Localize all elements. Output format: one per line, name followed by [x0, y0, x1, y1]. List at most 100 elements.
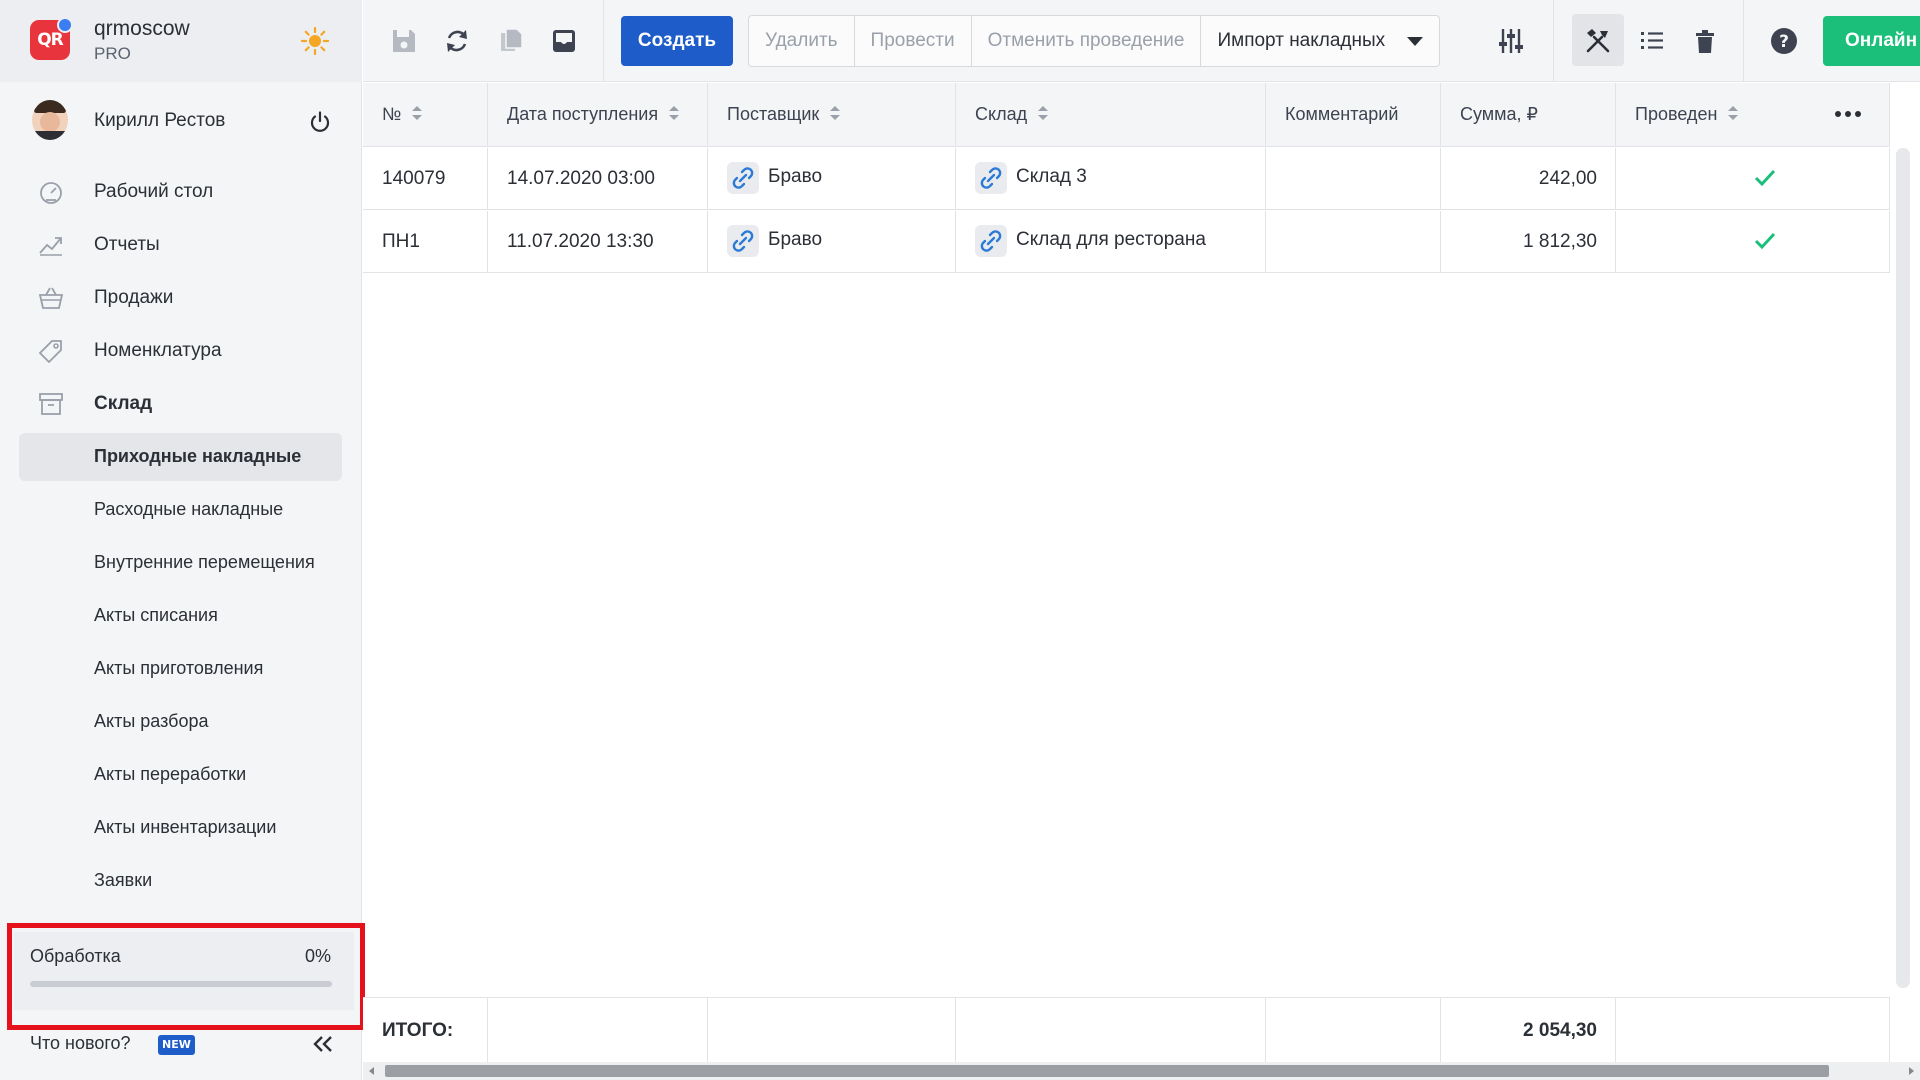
- sort-icon: [412, 106, 423, 121]
- help-icon[interactable]: ?: [1769, 26, 1799, 56]
- sun-icon[interactable]: [300, 26, 330, 56]
- warehouse-link[interactable]: Склад 3: [1016, 166, 1087, 188]
- sort-icon: [830, 106, 841, 121]
- vertical-scrollbar-thumb[interactable]: [1896, 148, 1910, 988]
- more-options-icon[interactable]: [1833, 107, 1863, 121]
- inbox-icon[interactable]: [549, 26, 579, 56]
- copy-icon[interactable]: [496, 26, 526, 56]
- create-button[interactable]: Создать: [621, 16, 733, 66]
- link-icon[interactable]: [727, 162, 759, 194]
- supplier-link[interactable]: Браво: [768, 229, 822, 251]
- power-icon[interactable]: [308, 110, 332, 134]
- column-header-supplier[interactable]: Поставщик: [708, 83, 956, 146]
- table-header: № Дата поступления Поставщик Склад Комме…: [363, 83, 1890, 147]
- invoice-number: 140079: [382, 168, 446, 189]
- dashboard-icon: [40, 182, 62, 204]
- sub-item-label: Акты переработки: [94, 764, 247, 784]
- delete-button[interactable]: Удалить: [749, 16, 855, 66]
- table-row[interactable]: 140079 14.07.2020 03:00 Браво Склад 3 24…: [363, 148, 1890, 210]
- column-header-warehouse[interactable]: Склад: [956, 83, 1266, 146]
- column-header-date[interactable]: Дата поступления: [488, 83, 708, 146]
- invoice-sum: 242,00: [1538, 168, 1597, 189]
- link-icon[interactable]: [975, 225, 1007, 257]
- nav-item-dashboard[interactable]: Рабочий стол: [0, 165, 362, 218]
- vertical-scrollbar[interactable]: [1896, 148, 1910, 988]
- tag-icon: [38, 340, 62, 363]
- user-profile[interactable]: Кирилл Рестов: [0, 82, 362, 162]
- invoice-sum: 1 812,30: [1523, 231, 1597, 252]
- new-badge: NEW: [158, 1035, 195, 1055]
- sub-item-label: Внутренние перемещения: [94, 552, 315, 572]
- archive-icon: [39, 393, 63, 415]
- unpost-button[interactable]: Отменить проведение: [972, 16, 1202, 66]
- scroll-left-arrow-icon[interactable]: [369, 1067, 374, 1075]
- sub-item-write-off-acts[interactable]: Акты списания: [0, 589, 362, 642]
- sub-item-requests[interactable]: Заявки: [0, 854, 362, 907]
- scroll-right-arrow-icon[interactable]: [1909, 1067, 1914, 1075]
- post-button[interactable]: Провести: [855, 16, 972, 66]
- sub-item-disassembly-acts[interactable]: Акты разбора: [0, 695, 362, 748]
- nav-item-label: Номенклатура: [94, 340, 222, 361]
- sub-item-cooking-acts[interactable]: Акты приготовления: [0, 642, 362, 695]
- sort-icon: [1728, 106, 1739, 121]
- save-icon[interactable]: [389, 26, 419, 56]
- invoice-number: ПН1: [382, 231, 420, 252]
- nav-item-label: Продажи: [94, 287, 174, 308]
- sidebar: QR qrmoscow PRO Кирилл Рестов Рабочий ст…: [0, 0, 365, 1080]
- toolbar: Создать Удалить Провести Отменить провед…: [363, 0, 1920, 82]
- basket-icon: [38, 287, 64, 309]
- list-icon[interactable]: [1637, 26, 1667, 56]
- horizontal-scrollbar-thumb[interactable]: [385, 1065, 1829, 1077]
- tools-icon[interactable]: [1583, 26, 1613, 56]
- link-icon[interactable]: [727, 225, 759, 257]
- nav-item-label: Склад: [94, 393, 153, 414]
- totals-row: ИТОГО: 2 054,30: [363, 997, 1890, 1062]
- sub-item-incoming-invoices[interactable]: Приходные накладные: [0, 430, 362, 483]
- sub-item-processing-acts[interactable]: Акты переработки: [0, 748, 362, 801]
- plan-label: PRO: [94, 44, 131, 63]
- column-header-number[interactable]: №: [363, 83, 488, 146]
- avatar: [32, 100, 68, 140]
- table-row[interactable]: ПН1 11.07.2020 13:30 Браво Склад для рес…: [363, 211, 1890, 273]
- sub-item-outgoing-invoices[interactable]: Расходные накладные: [0, 483, 362, 536]
- check-icon: [1754, 232, 1776, 250]
- sub-item-label: Акты разбора: [94, 711, 209, 731]
- column-header-comment[interactable]: Комментарий: [1266, 83, 1441, 146]
- import-invoices-label: Импорт накладных: [1217, 30, 1386, 51]
- nav-item-label: Рабочий стол: [94, 181, 214, 202]
- collapse-sidebar-icon[interactable]: [312, 1034, 334, 1054]
- import-invoices-dropdown[interactable]: Импорт накладных: [1201, 16, 1439, 66]
- nav-item-reports[interactable]: Отчеты: [0, 218, 362, 271]
- whats-new-link[interactable]: Что нового?: [30, 1033, 131, 1054]
- sub-item-label: Акты инвентаризации: [94, 817, 277, 837]
- main-navigation: Рабочий стол Отчеты Продажи Номенклатура…: [0, 165, 362, 907]
- total-label: ИТОГО:: [382, 1020, 454, 1041]
- invoice-date: 14.07.2020 03:00: [507, 168, 655, 189]
- supplier-link[interactable]: Браво: [768, 166, 822, 188]
- link-icon[interactable]: [975, 162, 1007, 194]
- horizontal-scrollbar[interactable]: [363, 1062, 1920, 1080]
- nav-item-label: Отчеты: [94, 234, 160, 255]
- user-name: Кирилл Рестов: [94, 110, 226, 131]
- brand-header[interactable]: QR qrmoscow PRO: [0, 0, 362, 82]
- document-actions-group: Удалить Провести Отменить проведение Имп…: [748, 15, 1441, 67]
- highlight-box: [7, 923, 365, 1030]
- column-settings-icon[interactable]: [1496, 26, 1526, 56]
- trash-icon[interactable]: [1690, 26, 1720, 56]
- column-header-sum[interactable]: Сумма, ₽: [1441, 83, 1616, 146]
- nav-item-sales[interactable]: Продажи: [0, 271, 362, 324]
- sub-item-inventory-acts[interactable]: Акты инвентаризации: [0, 801, 362, 854]
- sort-icon: [669, 106, 680, 121]
- warehouse-link[interactable]: Склад для ресторана: [1016, 229, 1206, 251]
- sub-item-internal-transfers[interactable]: Внутренние перемещения: [0, 536, 362, 589]
- sub-item-label: Акты приготовления: [94, 658, 264, 678]
- chart-icon: [39, 237, 62, 256]
- organization-name: qrmoscow: [94, 17, 190, 40]
- nav-item-warehouse[interactable]: Склад: [0, 377, 362, 430]
- refresh-icon[interactable]: [442, 26, 472, 56]
- total-sum: 2 054,30: [1523, 1020, 1597, 1041]
- nav-item-nomenclature[interactable]: Номенклатура: [0, 324, 362, 377]
- chevron-down-icon: [1407, 37, 1424, 46]
- sub-item-label: Акты списания: [94, 605, 218, 625]
- online-button[interactable]: Онлайн: [1823, 16, 1920, 66]
